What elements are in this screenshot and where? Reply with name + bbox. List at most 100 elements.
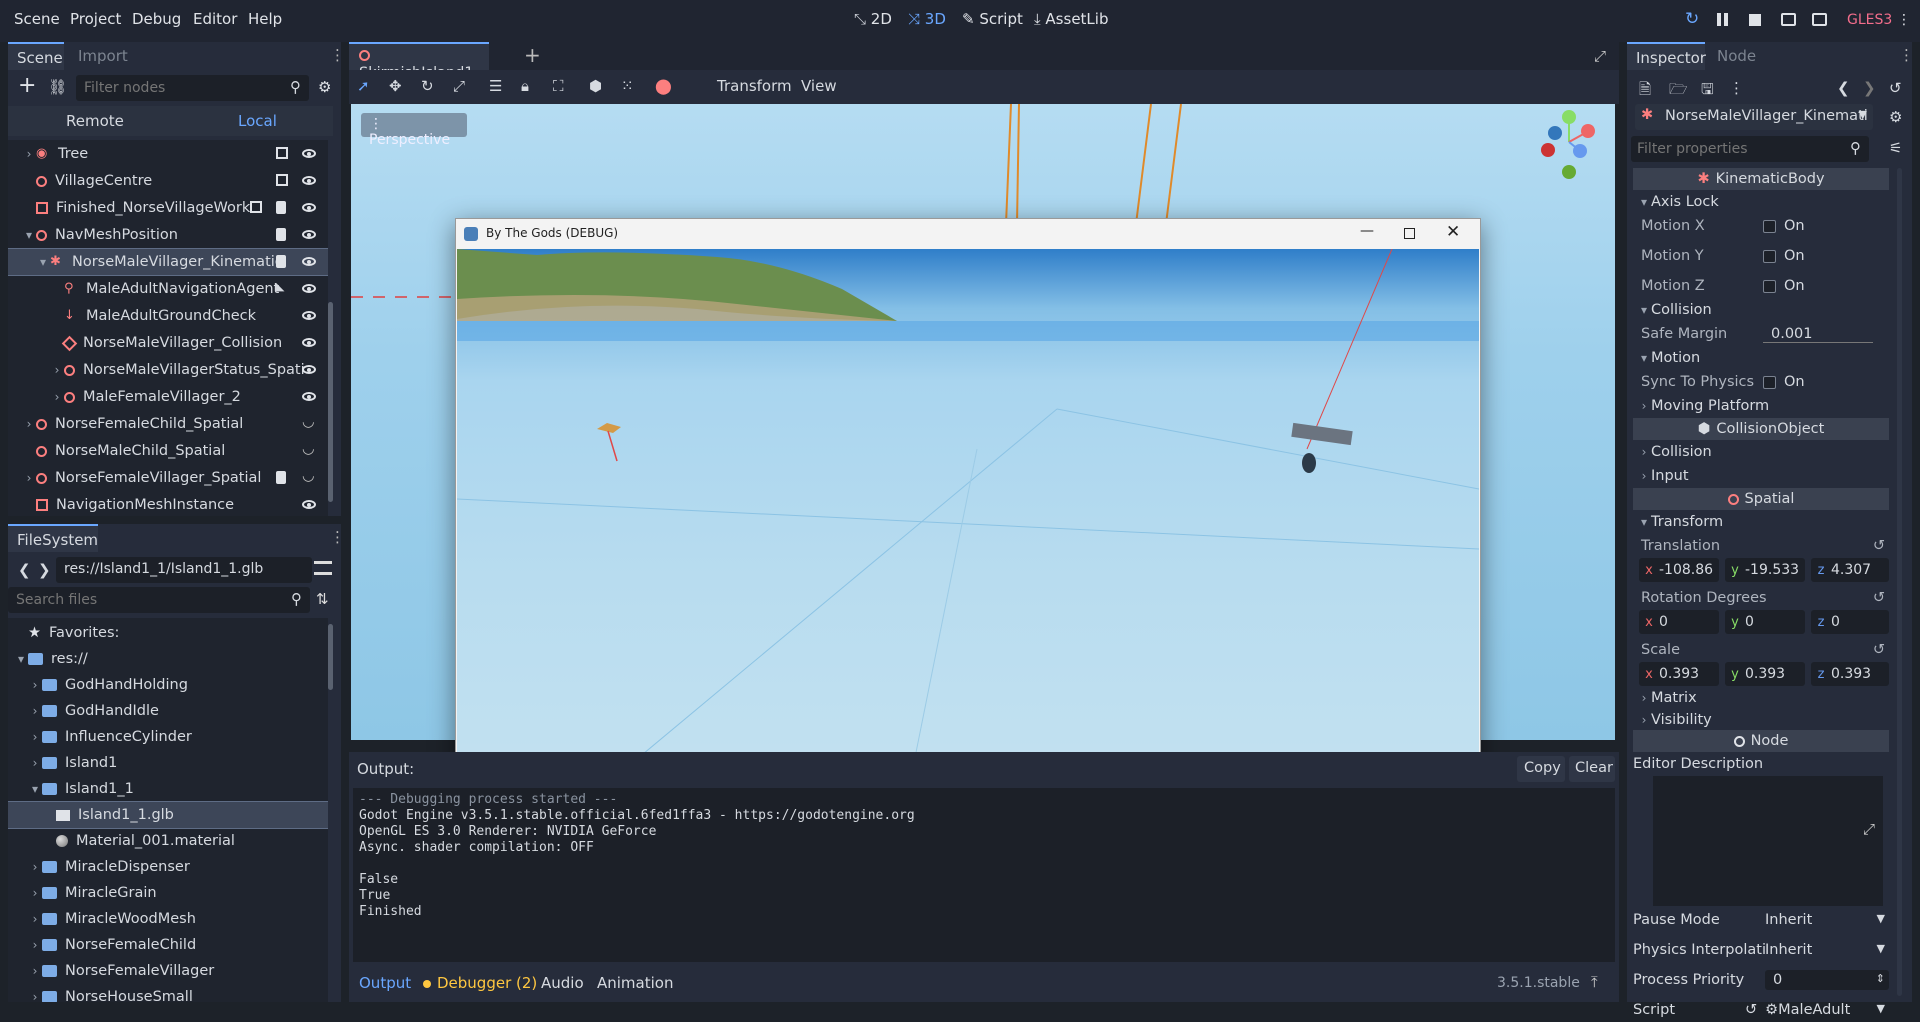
- renderer-select[interactable]: GLES3: [1847, 12, 1892, 28]
- process-priority-spinbox[interactable]: 0 ⇕: [1765, 970, 1889, 990]
- tab-node[interactable]: Node: [1717, 47, 1756, 65]
- chevron-right-icon[interactable]: ›: [28, 860, 42, 874]
- axis-lock-group[interactable]: ▾ Axis Lock: [1633, 190, 1889, 214]
- scene-icon[interactable]: [276, 174, 288, 186]
- folder-item[interactable]: ▾ res://: [8, 646, 328, 672]
- moving-platform-group[interactable]: › Moving Platform: [1633, 394, 1889, 418]
- inspector-scrollbar[interactable]: [1897, 168, 1902, 996]
- script-attach-icon[interactable]: ⚙: [318, 78, 331, 96]
- back-icon[interactable]: ❮: [18, 561, 31, 579]
- chevron-right-icon[interactable]: ›: [28, 756, 42, 770]
- sort-icon[interactable]: ⇅: [316, 590, 329, 608]
- chevron-right-icon[interactable]: ›: [22, 147, 36, 161]
- tab-filesystem[interactable]: FileSystem: [8, 524, 98, 552]
- rotation-x-field[interactable]: x0: [1639, 610, 1719, 634]
- output-tab[interactable]: Output: [359, 974, 411, 992]
- copy-button[interactable]: Copy: [1517, 756, 1565, 782]
- scale-mode-icon[interactable]: ⤢: [453, 77, 465, 95]
- chevron-right-icon[interactable]: ›: [28, 990, 42, 1002]
- scene-icon[interactable]: [276, 147, 288, 159]
- visibility-eye-icon[interactable]: [302, 311, 316, 320]
- motion-z-checkbox[interactable]: [1763, 279, 1776, 293]
- editor-description-field[interactable]: ⤢: [1653, 776, 1883, 906]
- folder-item[interactable]: › InfluenceCylinder: [8, 724, 328, 750]
- scene-tree-row[interactable]: NorseMaleVillager_Collision: [8, 330, 328, 356]
- object-properties-icon[interactable]: ⚙: [1889, 108, 1902, 126]
- tab-inspector[interactable]: Inspector: [1627, 42, 1706, 70]
- history-icon[interactable]: ↺: [1889, 79, 1902, 97]
- chevron-right-icon[interactable]: ›: [50, 363, 64, 377]
- perspective-button[interactable]: ⋮ Perspective: [361, 113, 467, 148]
- script-icon[interactable]: [276, 228, 286, 241]
- menu-project[interactable]: Project: [70, 10, 121, 28]
- local-space-icon[interactable]: ⬢: [589, 77, 602, 95]
- filter-nodes-field[interactable]: [76, 75, 276, 101]
- new-scene-tab-icon[interactable]: +: [524, 43, 541, 67]
- maximize-icon[interactable]: [1404, 228, 1415, 239]
- link-icon[interactable]: ⛓: [48, 78, 67, 96]
- visibility-hidden-icon[interactable]: ◡: [302, 468, 315, 484]
- folder-item[interactable]: › GodHandIdle: [8, 698, 328, 724]
- folder-item[interactable]: › NorseHouseSmall: [8, 984, 328, 1002]
- scene-tree-row[interactable]: VillageCentre: [8, 168, 328, 194]
- expand-panel-icon[interactable]: ⤒: [1591, 973, 1598, 991]
- clear-button[interactable]: Clear: [1569, 756, 1615, 782]
- chevron-right-icon[interactable]: ›: [22, 471, 36, 485]
- main-script-button[interactable]: ✎ Script: [962, 10, 1023, 28]
- view-menu[interactable]: View: [801, 77, 837, 95]
- folder-item[interactable]: › MiracleWoodMesh: [8, 906, 328, 932]
- main-assetlib-button[interactable]: ⤓ AssetLib: [1034, 10, 1108, 28]
- script-resource-select[interactable]: ⚙MaleAdult ▼: [1765, 1002, 1889, 1018]
- visibility-eye-icon[interactable]: [302, 176, 316, 185]
- chevron-down-icon[interactable]: ▾: [14, 652, 28, 666]
- scene-tree-row[interactable]: NavigationMeshInstance: [8, 492, 328, 516]
- history-forward-icon[interactable]: ❯: [1863, 79, 1876, 97]
- pause-icon[interactable]: [1717, 13, 1728, 26]
- group-icon[interactable]: ⛶: [553, 77, 564, 95]
- collision-object-collision-group[interactable]: › Collision: [1633, 440, 1889, 464]
- output-log[interactable]: --- Debugging process started --- Godot E…: [353, 788, 1615, 962]
- dock-menu-icon[interactable]: ⋮: [1899, 46, 1914, 64]
- snap-icon[interactable]: ⁙: [621, 77, 634, 95]
- pause-mode-select[interactable]: Inherit ▼: [1765, 912, 1889, 928]
- visibility-group[interactable]: › Visibility: [1633, 710, 1889, 730]
- chevron-down-icon[interactable]: ▾: [22, 228, 36, 242]
- rotate-mode-icon[interactable]: ↻: [421, 77, 434, 95]
- new-resource-icon[interactable]: 🗎︎: [1639, 79, 1651, 104]
- revert-icon[interactable]: ↺: [1873, 538, 1885, 554]
- chevron-down-icon[interactable]: ▾: [28, 782, 42, 796]
- rotation-z-field[interactable]: z0: [1811, 610, 1889, 634]
- search-files-box[interactable]: ⚲: [8, 587, 310, 613]
- animation-tab[interactable]: Animation: [597, 974, 673, 992]
- sync-physics-checkbox[interactable]: [1763, 375, 1776, 389]
- local-button[interactable]: Local: [238, 112, 277, 130]
- menu-debug[interactable]: Debug: [132, 10, 181, 28]
- rotation-y-field[interactable]: y0: [1725, 610, 1805, 634]
- chevron-right-icon[interactable]: ›: [28, 730, 42, 744]
- folder-item[interactable]: › MiracleGrain: [8, 880, 328, 906]
- resource-menu-icon[interactable]: ⋮: [1729, 79, 1744, 97]
- safe-margin-field[interactable]: 0.001: [1763, 326, 1873, 343]
- split-mode-icon[interactable]: [314, 561, 332, 575]
- scene-tree-row[interactable]: ▾ ✱ NorseMaleVillager_Kinematic: [8, 248, 328, 276]
- dock-menu-icon[interactable]: ⋮: [330, 46, 345, 64]
- scene-tree-row[interactable]: › MaleFemaleVillager_2: [8, 384, 328, 410]
- property-options-icon[interactable]: ⚟: [1889, 139, 1902, 157]
- scale-z-field[interactable]: z 0.393: [1811, 662, 1889, 686]
- view-gizmo[interactable]: [1531, 108, 1611, 180]
- scene-tree-row[interactable]: › NorseMaleVillagerStatus_Spati: [8, 357, 328, 383]
- menu-help[interactable]: Help: [248, 10, 282, 28]
- visibility-eye-icon[interactable]: [302, 500, 316, 509]
- chevron-right-icon[interactable]: ›: [28, 678, 42, 692]
- remote-button[interactable]: Remote: [66, 112, 124, 130]
- more-icon[interactable]: ⋮: [1897, 12, 1911, 28]
- matrix-group[interactable]: › Matrix: [1633, 686, 1889, 710]
- scene-tree-row[interactable]: ▾ NavMeshPosition: [8, 222, 328, 248]
- scene-tree-row[interactable]: ↓ MaleAdultGroundCheck: [8, 303, 328, 329]
- physics-interpolation-select[interactable]: Inherit ▼: [1765, 942, 1889, 958]
- stop-icon[interactable]: [1749, 14, 1761, 26]
- expand-icon[interactable]: ⤢: [1863, 820, 1875, 838]
- scene-icon[interactable]: [250, 201, 262, 213]
- file-tree-scrollbar[interactable]: [328, 624, 333, 690]
- object-selector[interactable]: ✱ NorseMaleVillager_Kinemati ▼: [1635, 104, 1873, 130]
